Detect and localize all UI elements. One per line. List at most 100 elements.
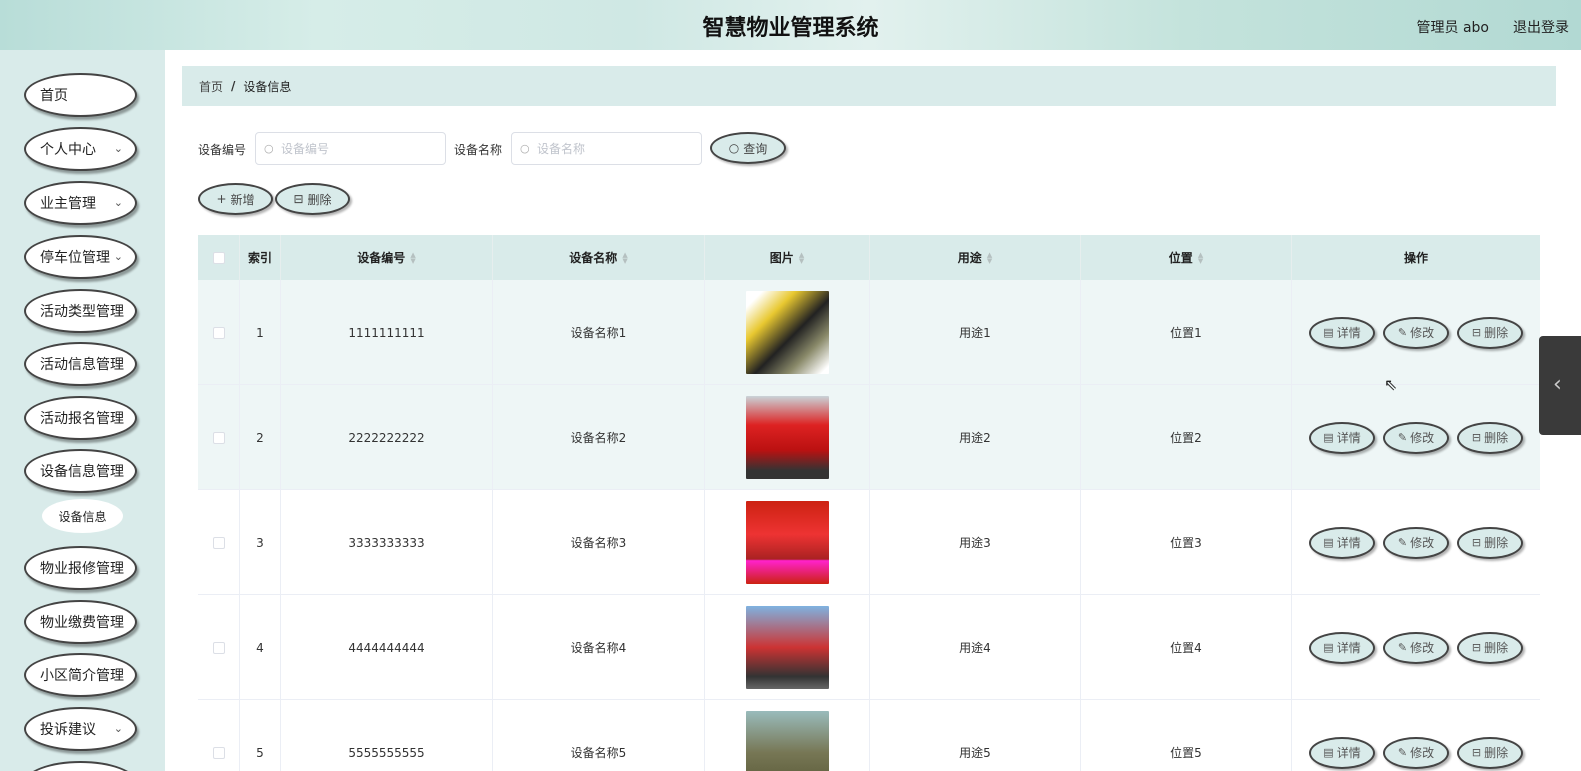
row-delete-button-label: 删除 (1484, 746, 1509, 760)
plus-icon: + (216, 192, 227, 206)
col-usage[interactable]: 用途 ▲ ▼ (870, 235, 1081, 280)
breadcrumb-home[interactable]: 首页 (199, 78, 223, 95)
col-location[interactable]: 位置 ▲ ▼ (1081, 235, 1292, 280)
equipment-image[interactable] (745, 606, 829, 689)
detail-button[interactable]: ▤ 详情 (1309, 421, 1375, 454)
row-checkbox[interactable] (212, 536, 225, 549)
name-cell: 设备名称1 (493, 280, 705, 385)
col-name[interactable]: 设备名称 ▲ ▼ (493, 235, 705, 280)
sidebar-item-activity-types[interactable]: 活动类型管理 (24, 289, 137, 333)
detail-button[interactable]: ▤ 详情 (1309, 736, 1375, 769)
row-delete-button[interactable]: ⊟ 删除 (1457, 316, 1523, 349)
row-delete-button-label: 删除 (1484, 431, 1509, 445)
code-search-input[interactable] (255, 132, 446, 165)
index-cell: 1 (240, 280, 281, 385)
row-delete-button[interactable]: ⊟ 删除 (1457, 526, 1523, 559)
detail-button[interactable]: ▤ 详情 (1309, 316, 1375, 349)
sidebar-item-label: 物业报修管理 (40, 561, 124, 577)
sidebar-item-label: 首页 (40, 88, 68, 104)
detail-button[interactable]: ▤ 详情 (1309, 526, 1375, 559)
edit-button[interactable]: ✎ 修改 (1383, 736, 1449, 769)
sidebar-item-equipment[interactable]: 设备信息管理 (24, 449, 137, 493)
table-header: 索引 设备编号 ▲ ▼ 设备名称 ▲ ▼ 图片 ▲ ▼ 用途 ▲ ▼ 位置 ▲ ▼ 操作 (198, 235, 1540, 280)
sidebar-item-fees[interactable]: 物业缴费管理 (24, 600, 137, 644)
logout-link[interactable]: 退出登录 (1513, 17, 1569, 37)
trash-icon: ⊟ (1471, 536, 1482, 549)
sort-icon[interactable]: ▲ ▼ (987, 251, 992, 264)
sidebar-item-owners[interactable]: 业主管理 ⌄ (24, 181, 137, 225)
edit-button-label: 修改 (1410, 746, 1435, 760)
delete-button[interactable]: ⊟ 删除 (275, 183, 350, 215)
add-button[interactable]: + 新增 (198, 183, 273, 215)
equipment-image[interactable] (745, 501, 829, 584)
sidebar-item-label: 停车位管理 (40, 250, 110, 266)
name-cell: 设备名称5 (493, 700, 705, 771)
name-cell: 设备名称4 (493, 595, 705, 700)
detail-button-label: 详情 (1336, 326, 1361, 340)
location-cell: 位置5 (1081, 700, 1292, 771)
col-image[interactable]: 图片 ▲ ▼ (705, 235, 870, 280)
row-checkbox[interactable] (212, 431, 225, 444)
index-cell: 3 (240, 490, 281, 595)
edit-button-label: 修改 (1410, 536, 1435, 550)
equipment-image[interactable] (745, 396, 829, 479)
sidebar-item-activity-signup[interactable]: 活动报名管理 (24, 396, 137, 440)
sidebar-item-personal[interactable]: 个人中心 ⌄ (24, 127, 137, 171)
edit-button[interactable]: ✎ 修改 (1383, 526, 1449, 559)
sort-icon[interactable]: ▲ ▼ (622, 251, 627, 264)
equipment-image[interactable] (745, 291, 829, 374)
name-label: 设备名称 (454, 143, 503, 157)
select-all-cell (198, 235, 240, 280)
sidebar-item-repairs[interactable]: 物业报修管理 (24, 546, 137, 590)
name-search-input[interactable] (511, 132, 702, 165)
sort-icon[interactable]: ▲ ▼ (799, 251, 804, 264)
code-cell: 3333333333 (281, 490, 493, 595)
row-delete-button[interactable]: ⊟ 删除 (1457, 631, 1523, 664)
document-icon: ▤ (1323, 431, 1334, 444)
location-cell: 位置3 (1081, 490, 1292, 595)
chevron-down-icon: ⌄ (113, 722, 123, 735)
col-usage-label: 用途 (957, 251, 982, 265)
sidebar-item-label: 个人中心 (40, 142, 96, 158)
equipment-image[interactable] (745, 711, 829, 771)
col-code[interactable]: 设备编号 ▲ ▼ (281, 235, 493, 280)
index-cell: 5 (240, 700, 281, 771)
edit-button-label: 修改 (1410, 431, 1435, 445)
sidebar-item-activity-info[interactable]: 活动信息管理 (24, 342, 137, 386)
sidebar-item-label: 物业缴费管理 (40, 615, 124, 631)
pencil-icon: ✎ (1397, 326, 1408, 339)
name-cell: 设备名称3 (493, 490, 705, 595)
sidebar-item-home[interactable]: 首页 (24, 73, 137, 117)
trash-icon: ⊟ (1471, 746, 1482, 759)
row-delete-button-label: 删除 (1484, 326, 1509, 340)
sort-icon[interactable]: ▲ ▼ (410, 251, 415, 264)
chevron-down-icon: ⌄ (113, 196, 123, 209)
sort-icon[interactable]: ▲ ▼ (1198, 251, 1203, 264)
table-row: 5 5555555555 设备名称5 用途5 位置5 ▤ 详情 ✎ 修改 ⊟ 删除 (198, 700, 1540, 771)
query-button[interactable]: ○ 查询 (710, 132, 786, 164)
pencil-icon: ✎ (1397, 641, 1408, 654)
location-cell: 位置2 (1081, 385, 1292, 490)
row-select-cell (198, 490, 240, 595)
edit-button[interactable]: ✎ 修改 (1383, 316, 1449, 349)
row-checkbox[interactable] (212, 326, 225, 339)
edit-button[interactable]: ✎ 修改 (1383, 631, 1449, 664)
row-delete-button[interactable]: ⊟ 删除 (1457, 736, 1523, 769)
detail-button-label: 详情 (1336, 641, 1361, 655)
row-checkbox[interactable] (212, 641, 225, 654)
code-cell: 5555555555 (281, 700, 493, 771)
row-checkbox[interactable] (212, 746, 225, 759)
row-delete-button[interactable]: ⊟ 删除 (1457, 421, 1523, 454)
sidebar-subitem-equipment-info[interactable]: 设备信息 (42, 499, 123, 533)
pencil-icon: ✎ (1397, 431, 1408, 444)
col-index: 索引 (240, 235, 281, 280)
sidebar-item-complaints[interactable]: 投诉建议 ⌄ (24, 707, 137, 751)
drawer-toggle[interactable]: ‹ (1539, 336, 1581, 435)
sidebar-item-community[interactable]: 小区简介管理 (24, 653, 137, 697)
detail-button[interactable]: ▤ 详情 (1309, 631, 1375, 664)
sidebar-item-parking[interactable]: 停车位管理 ⌄ (24, 235, 137, 279)
image-cell (705, 490, 870, 595)
edit-button[interactable]: ✎ 修改 (1383, 421, 1449, 454)
sidebar-item-partial[interactable] (24, 761, 137, 771)
select-all-checkbox[interactable] (212, 251, 225, 264)
